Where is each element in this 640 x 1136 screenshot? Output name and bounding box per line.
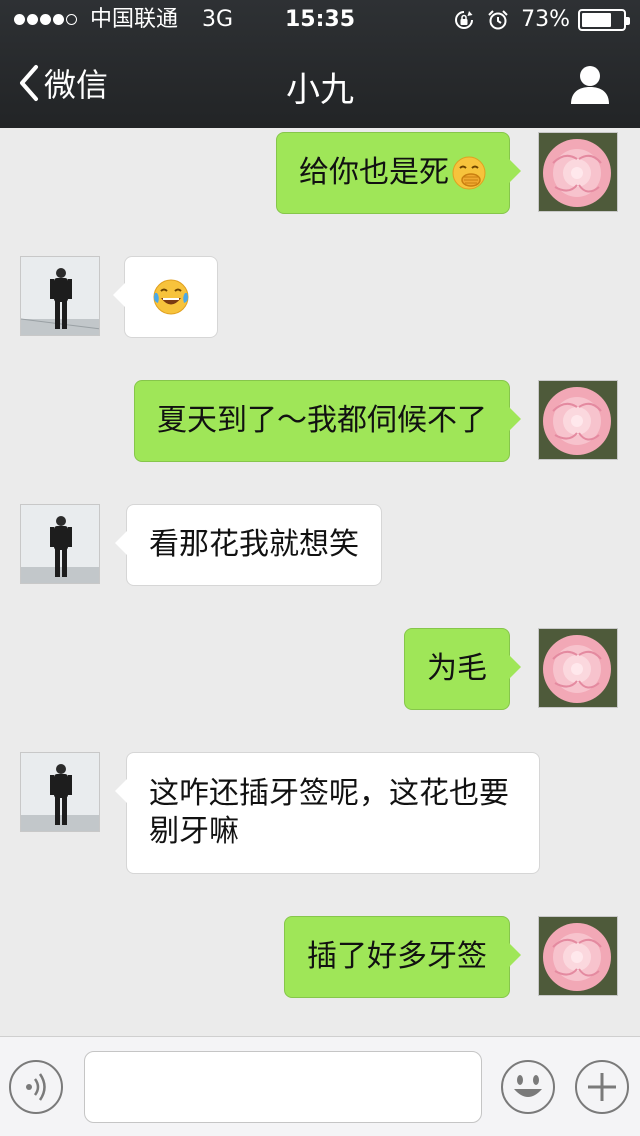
alarm-icon [488,10,508,30]
input-bar [0,1036,640,1136]
rotation-lock-icon [455,11,474,29]
message-text: 夏天到了～我都伺候不了 [157,403,487,438]
message-bubble[interactable]: 给你也是死 [276,132,521,214]
message-text: 为毛 [427,651,487,686]
message-list[interactable]: 给你也是死 夏天到了～我都伺候不了 看那花我就想笑 为毛 这咋还插牙签呢，这花也… [0,128,640,1036]
my-avatar[interactable] [538,628,618,708]
voice-icon[interactable] [8,1059,64,1115]
tears-of-joy-emoji-icon [153,279,189,315]
battery-percent: 73% [521,7,570,32]
nav-bar: 微信 小九 [0,40,640,128]
smiley-icon[interactable] [500,1059,556,1115]
hand-over-mouth-emoji-icon [452,156,486,190]
contact-avatar[interactable] [20,256,100,336]
person-icon[interactable] [568,62,612,106]
message-bubble[interactable]: 为毛 [404,628,521,710]
contact-avatar[interactable] [20,504,100,584]
message-bubble[interactable]: 看那花我就想笑 [115,504,382,586]
status-bar: 中国联通 3G 15:35 73% [0,0,640,40]
message-bubble[interactable]: 这咋还插牙签呢，这花也要剔牙嘛 [115,752,540,874]
chat-title: 小九 [286,70,354,110]
message-text: 看那花我就想笑 [149,527,359,562]
my-avatar[interactable] [538,380,618,460]
top-bar: 中国联通 3G 15:35 73% 微信 小九 [0,0,640,128]
plus-icon[interactable] [574,1059,630,1115]
contact-avatar[interactable] [20,752,100,832]
my-avatar[interactable] [538,132,618,212]
message-text: 插了好多牙签 [307,939,487,974]
battery-icon [578,9,630,31]
message-text: 这咋还插牙签呢，这花也要剔牙嘛 [149,776,509,849]
message-bubble[interactable]: 插了好多牙签 [284,916,521,998]
message-input[interactable] [84,1051,482,1123]
message-bubble[interactable] [113,256,218,338]
my-avatar[interactable] [538,916,618,996]
message-bubble[interactable]: 夏天到了～我都伺候不了 [134,380,521,462]
message-text: 给你也是死 [299,155,449,190]
